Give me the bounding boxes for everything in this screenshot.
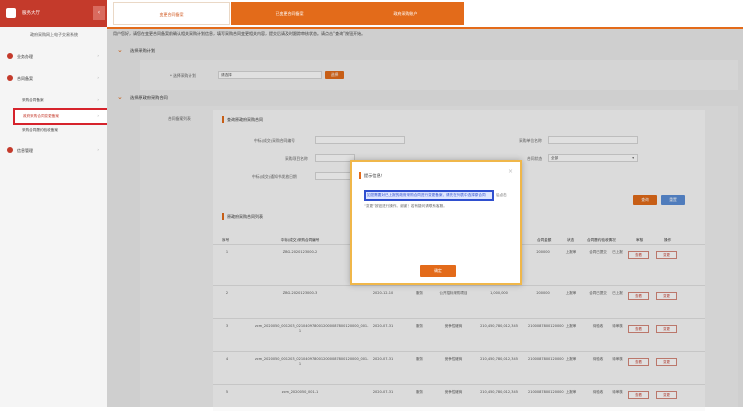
brand-title: 服务大厅	[22, 11, 40, 16]
chevron-right-icon: ›	[97, 53, 99, 58]
sidebar-item-business[interactable]: 业务办理 ›	[0, 48, 107, 64]
nav-dot-icon	[7, 75, 13, 81]
sidebar-item-contract[interactable]: 合同备案 ›	[0, 70, 107, 86]
chevron-right-icon: ›	[97, 113, 99, 118]
dialog-title: 提示信息！	[364, 173, 385, 178]
tab-procurement-account[interactable]: 政府采购账户	[347, 2, 464, 25]
sidebar-subitem-contract-change[interactable]: 政府采购合同变更备案 ›	[13, 108, 109, 125]
sidebar-item-label: 业务办理	[17, 54, 33, 59]
tab-changed-contract-filing[interactable]: 已变更合同备案	[231, 2, 348, 25]
nav-dot-icon	[7, 53, 13, 59]
sidebar-subitem-label: 采购合同履约验收备案	[22, 128, 58, 132]
sidebar-subitem-label: 政府采购合同变更备案	[23, 114, 59, 118]
chevron-right-icon: ›	[97, 97, 99, 102]
sidebar-item-label: 合同备案	[17, 76, 33, 81]
sidebar-subitem-contract-filing[interactable]: 采购合同备案 ›	[0, 94, 107, 106]
tab-change-contract-filing[interactable]: 变更合同备案	[113, 2, 230, 25]
brand-bar	[0, 0, 107, 27]
prompt-dialog: 提示信息！ × 如您需要对已上报的政府采购合同进行变更备案，请先在列表中选择原合…	[350, 160, 522, 285]
chevron-right-icon: ›	[97, 75, 99, 80]
dialog-message-tail: 后点击	[496, 193, 507, 197]
collapse-sidebar-button[interactable]: ‹	[93, 6, 105, 20]
sidebar-heading: 政府采购网上电子交易系统	[30, 32, 78, 37]
dialog-ok-button[interactable]: 确定	[420, 265, 456, 277]
nav-dot-icon	[7, 147, 13, 153]
dialog-title-bar-icon	[359, 172, 361, 179]
logo-icon	[6, 8, 16, 18]
close-icon[interactable]: ×	[508, 168, 513, 175]
sidebar-item-info[interactable]: 信息管理 ›	[0, 142, 107, 158]
chevron-right-icon: ›	[97, 147, 99, 152]
dialog-message-second: “变更”按钮进行操作。谢谢！若有疑问请联系客服。	[364, 204, 447, 208]
dialog-message-highlight: 如您需要对已上报的政府采购合同进行变更备案，请先在列表中选择原合同	[367, 193, 486, 197]
sidebar-subitem-acceptance[interactable]: 采购合同履约验收备案	[0, 124, 107, 136]
sidebar-item-label: 信息管理	[17, 148, 33, 153]
sidebar-subitem-label: 采购合同备案	[22, 98, 44, 102]
